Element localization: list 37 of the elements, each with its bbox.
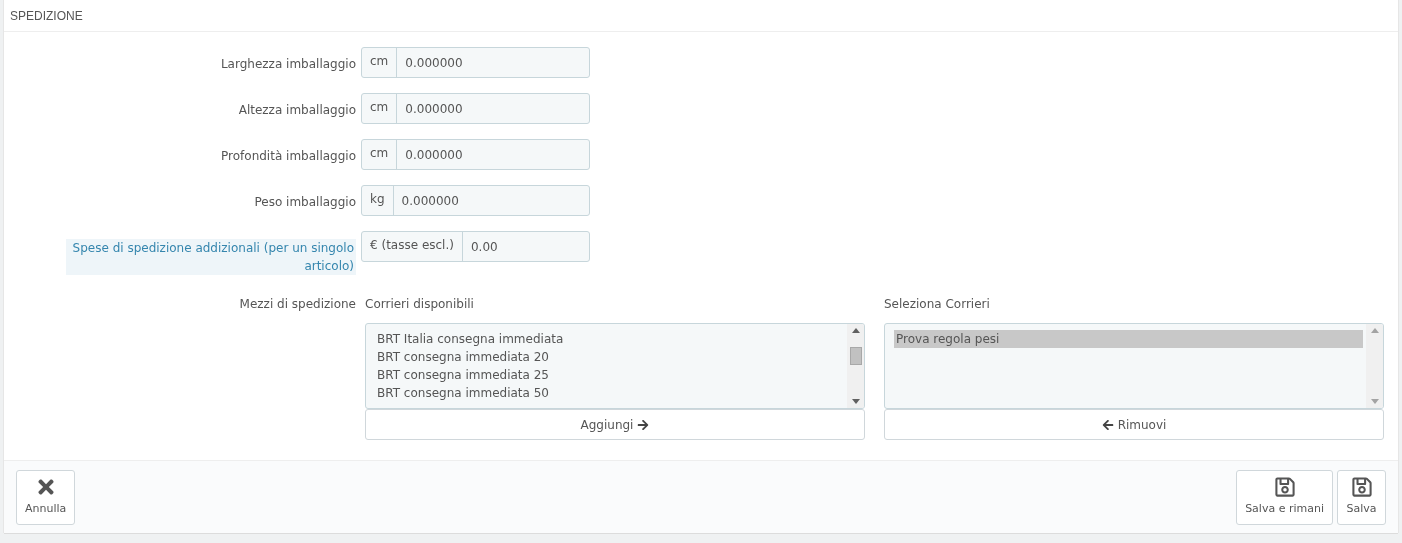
input-field[interactable]: cm 0.000000 (361, 47, 590, 78)
remove-button[interactable]: Rimuovi (884, 409, 1384, 440)
unit-addon: kg (362, 186, 394, 215)
scroll-thumb[interactable] (849, 347, 862, 365)
add-button[interactable]: Aggiungi (365, 409, 865, 440)
field-label: Profondità imballaggio (221, 148, 356, 165)
field-label: Peso imballaggio (254, 194, 356, 211)
unit-addon: € (tasse escl.) (362, 232, 463, 261)
list-option[interactable]: BRT Italia consegna immediata (375, 330, 844, 348)
unit-addon: cm (362, 94, 398, 123)
list-option[interactable]: BRT consegna immediata 25 (375, 366, 844, 384)
arrow-left-icon (1101, 418, 1114, 431)
save-button[interactable]: Salva e rimani (1236, 469, 1333, 525)
scroll-up-icon[interactable] (851, 328, 860, 333)
list-title: Corrieri disponibili (365, 296, 475, 313)
scrollbar[interactable] (847, 324, 864, 408)
field-label: Spese di spedizione addizionali (per un singolo articolo) (66, 239, 356, 275)
scroll-down-icon[interactable] (851, 399, 860, 404)
input-field[interactable]: € (tasse escl.) 0.00 (361, 231, 590, 262)
list-option[interactable]: BRT consegna immediata 50 (375, 384, 844, 402)
field-label: Mezzi di spedizione (239, 296, 356, 313)
carrier-list[interactable]: BRT Italia consegna immediata BRT consegna immediata 20 BRT consegna immediata 25 BRT consegna immediata 50 (365, 323, 865, 409)
list-title: Seleziona Corrieri (884, 296, 991, 313)
unit-addon: cm (362, 140, 398, 169)
save-button[interactable]: Salva (1337, 469, 1386, 525)
list-option[interactable]: BRT consegna immediata 20 (375, 348, 844, 366)
carrier-list[interactable]: Prova regola pesi (884, 323, 1384, 409)
input-field[interactable]: cm 0.000000 (361, 139, 590, 170)
field-label: Altezza imballaggio (238, 102, 356, 119)
input-field[interactable]: cm 0.000000 (361, 93, 590, 124)
unit-addon: cm (362, 48, 398, 77)
cancel-button[interactable]: Annulla (16, 469, 76, 525)
arrow-right-icon (637, 418, 650, 431)
input-field[interactable]: kg 0.000000 (361, 185, 590, 216)
field-label: Larghezza imballaggio (220, 56, 356, 73)
panel-title: SPEDIZIONE (10, 7, 83, 25)
list-option[interactable]: Prova regola pesi (894, 330, 1363, 348)
